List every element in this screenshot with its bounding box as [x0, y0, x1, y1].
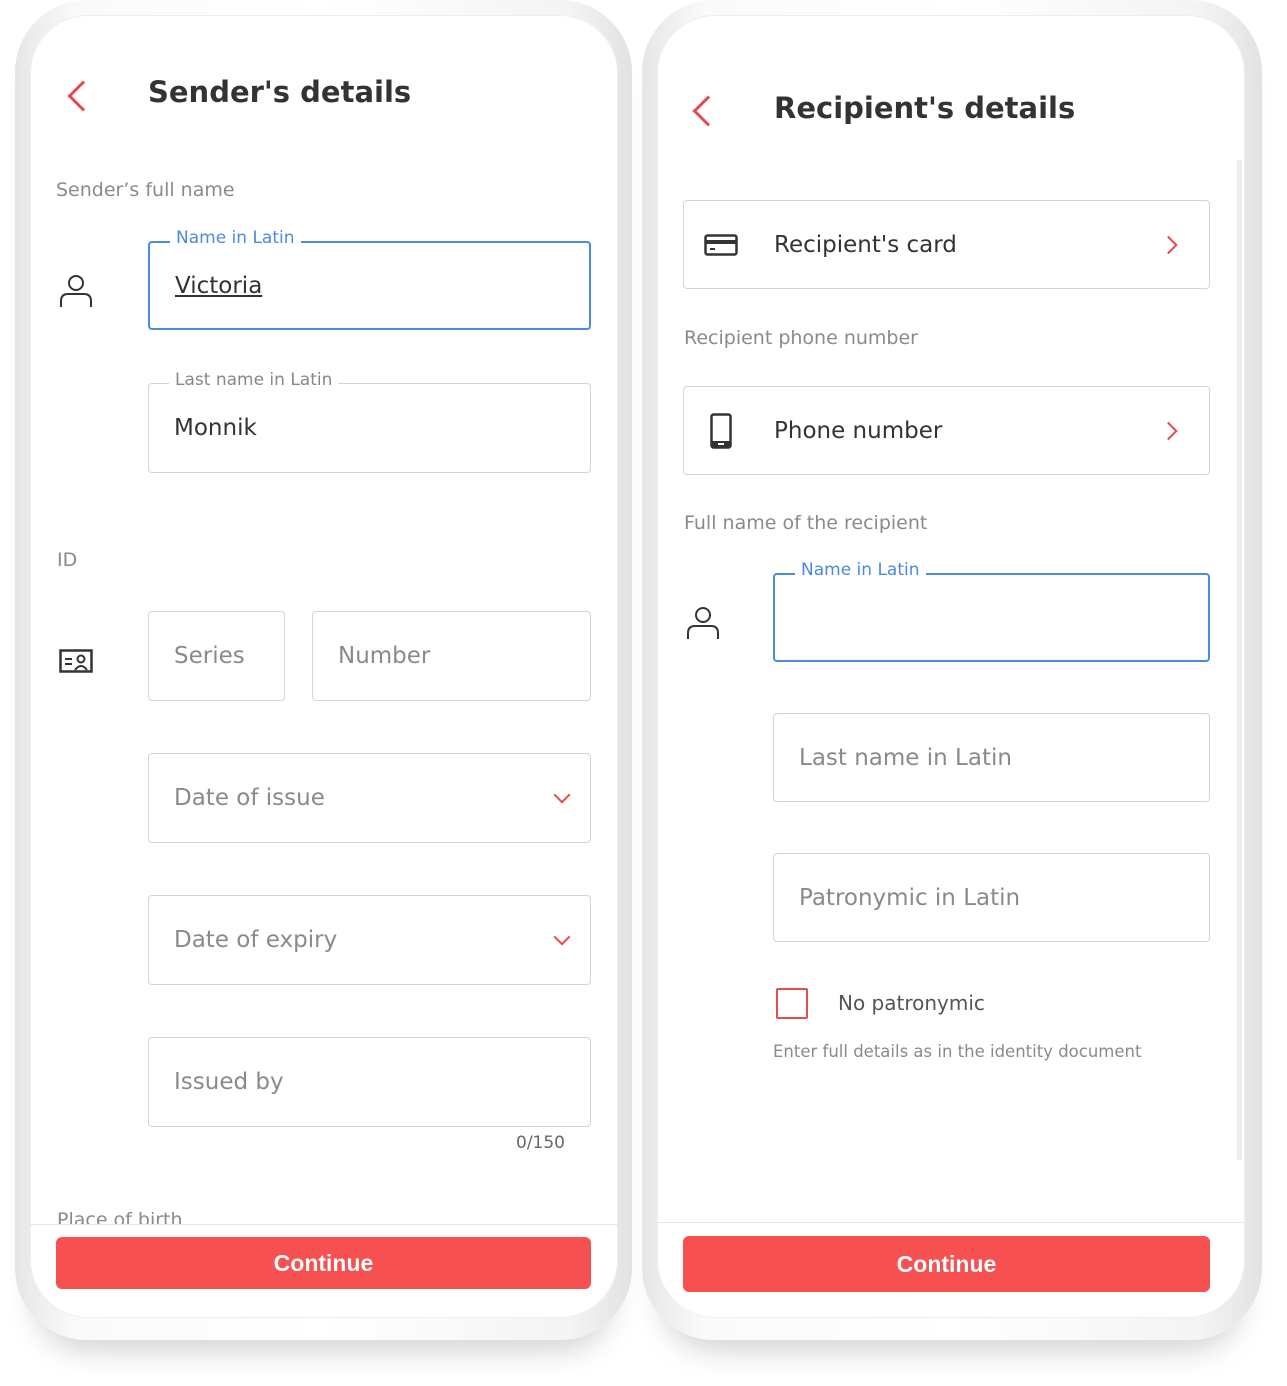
person-icon — [687, 607, 719, 639]
field-value: Monnik — [174, 415, 257, 441]
series-input[interactable]: Series — [148, 611, 285, 701]
person-icon — [60, 275, 92, 307]
continue-button[interactable]: Continue — [56, 1237, 591, 1289]
date-of-issue-select[interactable]: Date of issue — [148, 753, 591, 843]
field-value: Victoria — [175, 272, 263, 299]
divider — [30, 1224, 618, 1225]
scrollbar[interactable] — [1237, 160, 1242, 1160]
chevron-down-icon — [553, 928, 571, 946]
chevron-down-icon — [553, 786, 571, 804]
place-of-birth-clip: Place of birth — [30, 1205, 618, 1224]
number-input[interactable]: Number — [312, 611, 591, 701]
full-name-label: Full name of the recipient — [684, 512, 928, 534]
divider — [657, 1222, 1245, 1223]
no-patronymic-label[interactable]: No patronymic — [838, 991, 985, 1015]
id-label: ID — [57, 549, 78, 571]
mobile-phone-icon — [710, 413, 732, 449]
recipient-name-input[interactable]: Name in Latin — [773, 560, 1210, 662]
phone-number-row[interactable]: Phone number — [683, 386, 1210, 475]
sender-full-name-label: Sender’s full name — [56, 179, 235, 201]
last-name-input[interactable]: Last name in Latin Monnik — [148, 370, 591, 473]
char-counter: 0/150 — [516, 1133, 565, 1153]
field-label: Name in Latin — [170, 228, 301, 248]
sender-screen: Sender's details Sender’s full name Name… — [30, 15, 618, 1318]
placeholder: Last name in Latin — [799, 744, 1012, 771]
placeholder: Patronymic in Latin — [799, 884, 1021, 911]
chevron-right-icon — [1159, 235, 1178, 254]
row-label: Phone number — [774, 417, 943, 444]
recipient-screen: Recipient's details Recipient's card Rec… — [657, 15, 1245, 1318]
placeholder: Date of issue — [174, 785, 325, 811]
chevron-right-icon — [1159, 421, 1178, 440]
placeholder: Date of expiry — [174, 927, 338, 953]
back-arrow-icon[interactable] — [692, 95, 724, 127]
place-of-birth-label: Place of birth — [57, 1209, 183, 1224]
recipient-card-row[interactable]: Recipient's card — [683, 200, 1210, 289]
placeholder: Issued by — [174, 1069, 284, 1095]
credit-card-icon — [704, 234, 738, 256]
issued-by-input[interactable]: Issued by — [148, 1037, 591, 1127]
row-label: Recipient's card — [774, 231, 957, 258]
field-label: Name in Latin — [795, 560, 926, 580]
no-patronymic-checkbox[interactable] — [776, 988, 808, 1019]
recipient-patronymic-input[interactable]: Patronymic in Latin — [773, 853, 1210, 942]
recipient-last-name-input[interactable]: Last name in Latin — [773, 713, 1210, 802]
hint-text: Enter full details as in the identity do… — [773, 1042, 1142, 1061]
phone-section-label: Recipient phone number — [684, 327, 918, 349]
date-of-expiry-select[interactable]: Date of expiry — [148, 895, 591, 985]
field-label: Last name in Latin — [169, 370, 339, 390]
page-title: Sender's details — [148, 75, 412, 109]
id-card-icon — [59, 649, 93, 673]
name-in-latin-input[interactable]: Name in Latin Victoria — [148, 228, 591, 330]
placeholder: Series — [174, 643, 245, 669]
back-arrow-icon[interactable] — [67, 80, 99, 112]
page-title: Recipient's details — [774, 91, 1076, 125]
continue-button[interactable]: Continue — [683, 1236, 1210, 1292]
placeholder: Number — [338, 643, 431, 669]
